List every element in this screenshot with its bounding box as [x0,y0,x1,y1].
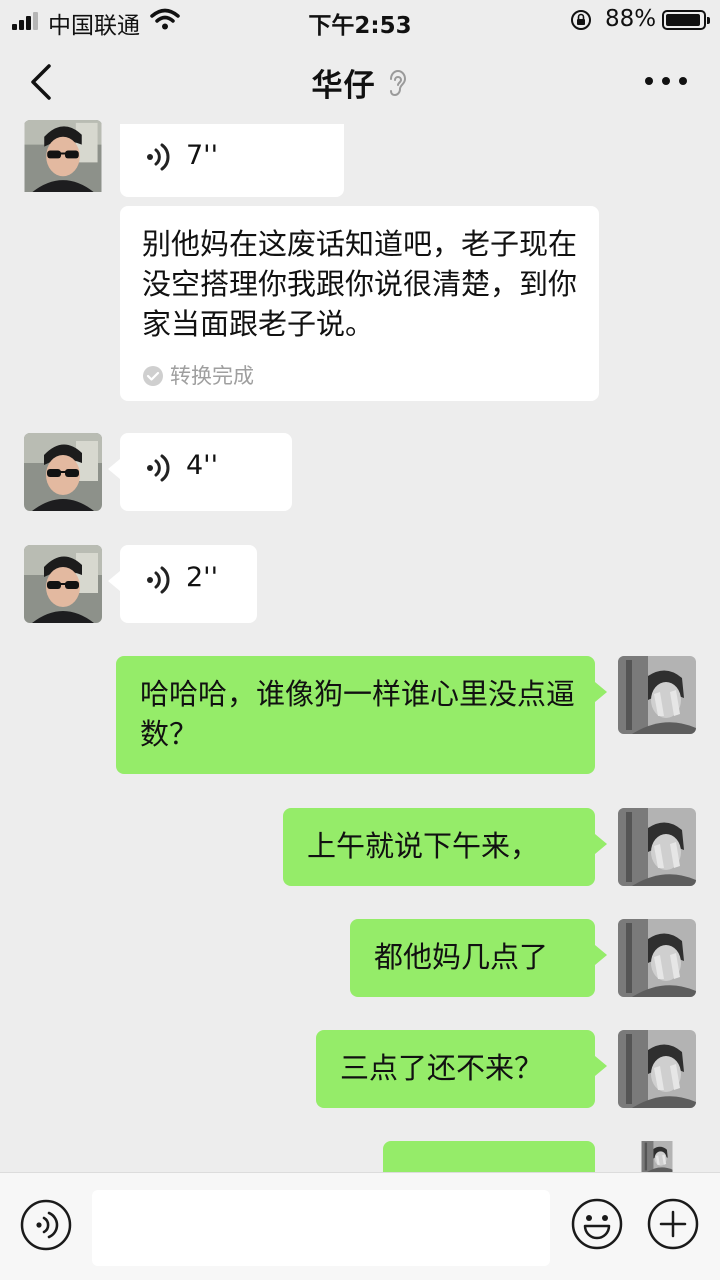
transcript-status-label: 转换完成 [170,364,254,388]
outgoing-message-partial[interactable] [383,1141,595,1172]
message-text: 哈哈哈，谁像狗一样谁心里没点逼数？ [140,677,576,751]
contact-avatar[interactable] [24,120,102,197]
nav-bar: 华仔 [0,40,720,122]
outgoing-message[interactable]: 哈哈哈，谁像狗一样谁心里没点逼数？ [116,656,607,774]
outgoing-message[interactable]: 都他妈几点了 [350,919,607,997]
input-bar [0,1172,720,1280]
voice-duration: 4'' [186,450,219,481]
voice-duration: 7'' [186,140,219,171]
voice-wave-icon [146,142,172,172]
contact-avatar[interactable] [24,545,102,623]
emoji-icon[interactable] [570,1197,624,1251]
message-text: 三点了还不来？ [340,1051,544,1085]
outgoing-message[interactable]: 上午就说下午来， [283,808,607,886]
voice-duration: 2'' [186,562,219,593]
nav-title-group: 华仔 [0,60,720,105]
voice-message[interactable]: 7'' [120,124,344,197]
my-avatar[interactable] [618,1030,696,1108]
voice-message[interactable]: 2'' [108,545,257,623]
message-text: 都他妈几点了 [374,940,549,974]
chat-title: 华仔 [311,68,376,104]
contact-avatar[interactable] [24,433,102,511]
my-avatar[interactable] [618,656,696,734]
voice-transcript[interactable]: 别他妈在这废话知道吧，老子现在没空搭理你我跟你说很清楚，到你家当面跟老子说。 转… [120,206,599,401]
voice-mode-icon[interactable] [20,1199,72,1251]
status-bar: 中国联通 下午2:53 88% [0,0,720,40]
my-avatar[interactable] [618,919,696,997]
voice-wave-icon [146,565,172,595]
battery-percentage: 88% [605,6,657,32]
voice-message[interactable]: 4'' [108,433,292,511]
message-text: 上午就说下午来， [307,829,540,863]
my-avatar[interactable] [618,1141,696,1172]
battery-icon [662,10,710,30]
transcript-text: 别他妈在这废话知道吧，老子现在没空搭理你我跟你说很清楚，到你家当面跟老子说。 [142,227,578,341]
message-input[interactable] [92,1190,550,1266]
my-avatar[interactable] [618,808,696,886]
voice-wave-icon [146,453,172,483]
check-circle-icon [143,366,163,386]
plus-icon[interactable] [646,1197,700,1251]
transcript-status: 转换完成 [142,356,254,396]
ear-icon [389,69,406,96]
more-icon[interactable] [640,68,692,94]
rotation-lock-icon [571,10,591,30]
outgoing-message[interactable]: 三点了还不来？ [316,1030,607,1108]
